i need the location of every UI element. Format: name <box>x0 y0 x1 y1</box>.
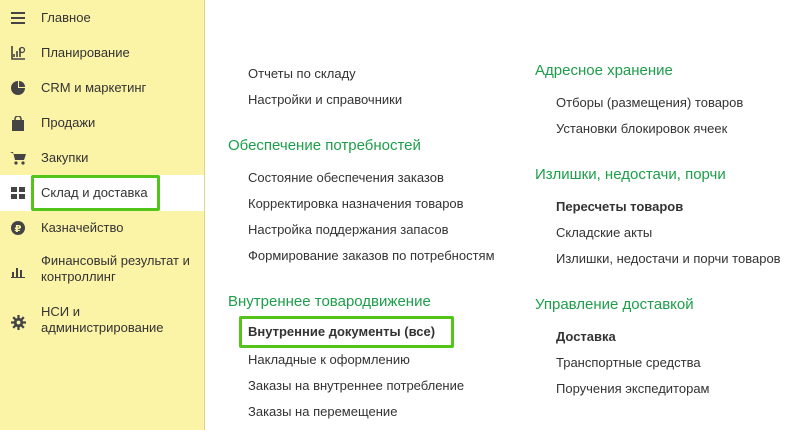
link-internal-documents[interactable]: Внутренние документы (все) <box>248 324 435 339</box>
sidebar-item-crm[interactable]: CRM и маркетинг <box>0 79 204 97</box>
sidebar-item-planning[interactable]: Планирование <box>0 44 204 62</box>
pie-chart-icon <box>10 80 26 96</box>
section-title-address-storage: Адресное хранение <box>535 62 673 79</box>
sidebar-item-warehouse[interactable]: Склад и доставка <box>0 175 204 211</box>
shopping-bag-icon <box>10 115 26 131</box>
link-warehouse-acts[interactable]: Складские акты <box>556 225 652 240</box>
content-area: Отчеты по складу Настройки и справочники… <box>205 0 811 430</box>
sidebar: Главное Планирование CRM и маркетинг Про… <box>0 0 205 430</box>
link-picking[interactable]: Отборы (размещения) товаров <box>556 95 743 110</box>
link-stock-settings[interactable]: Настройка поддержания запасов <box>248 222 448 237</box>
grid-icon <box>10 185 26 201</box>
menu-icon <box>10 10 26 26</box>
sidebar-item-label: НСИ и администрирование <box>41 304 164 335</box>
sidebar-item-label: Склад и доставка <box>41 185 148 200</box>
sidebar-item-purchases[interactable]: Закупки <box>0 149 204 167</box>
sidebar-item-financial-result[interactable]: Финансовый результат и контроллинг <box>0 253 204 287</box>
link-settings-directories[interactable]: Настройки и справочники <box>248 92 402 107</box>
sidebar-item-sales[interactable]: Продажи <box>0 114 204 132</box>
section-title-internal-movement: Внутреннее товародвижение <box>228 293 431 310</box>
link-order-forming[interactable]: Формирование заказов по потребностям <box>248 248 495 263</box>
section-title-delivery: Управление доставкой <box>535 296 694 313</box>
planning-icon <box>10 45 26 61</box>
link-transfer-orders[interactable]: Заказы на перемещение <box>248 404 397 419</box>
sidebar-item-main[interactable]: Главное <box>0 9 204 27</box>
sidebar-item-treasury[interactable]: ₽ Казначейство <box>0 219 204 237</box>
link-vehicles[interactable]: Транспортные средства <box>556 355 701 370</box>
svg-text:₽: ₽ <box>15 224 22 235</box>
link-warehouse-reports[interactable]: Отчеты по складу <box>248 66 356 81</box>
sidebar-item-label: CRM и маркетинг <box>41 80 147 95</box>
section-title-needs: Обеспечение потребностей <box>228 137 421 154</box>
link-order-status[interactable]: Состояние обеспечения заказов <box>248 170 444 185</box>
link-correction[interactable]: Корректировка назначения товаров <box>248 196 464 211</box>
link-cell-locks[interactable]: Установки блокировок ячеек <box>556 121 727 136</box>
ruble-icon: ₽ <box>10 220 26 236</box>
link-surplus-goods[interactable]: Излишки, недостачи и порчи товаров <box>556 251 781 266</box>
sidebar-item-label: Планирование <box>41 45 130 60</box>
sidebar-item-admin[interactable]: НСИ и администрирование <box>0 304 204 338</box>
sidebar-item-label: Закупки <box>41 150 89 165</box>
section-title-surplus: Излишки, недостачи, порчи <box>535 166 726 183</box>
link-delivery[interactable]: Доставка <box>556 329 616 344</box>
sidebar-item-label: Казначейство <box>41 220 124 235</box>
cart-icon <box>10 150 26 166</box>
link-recounts[interactable]: Пересчеты товаров <box>556 199 683 214</box>
sidebar-item-label: Продажи <box>41 115 96 130</box>
sidebar-item-label: Главное <box>41 10 91 25</box>
bar-chart-icon <box>10 263 26 279</box>
link-internal-consumption[interactable]: Заказы на внутреннее потребление <box>248 378 464 393</box>
gear-icon <box>10 314 26 330</box>
sidebar-item-label: Финансовый результат и контроллинг <box>41 253 190 284</box>
link-invoices-to-process[interactable]: Накладные к оформлению <box>248 352 410 367</box>
link-forwarder-orders[interactable]: Поручения экспедиторам <box>556 381 710 396</box>
